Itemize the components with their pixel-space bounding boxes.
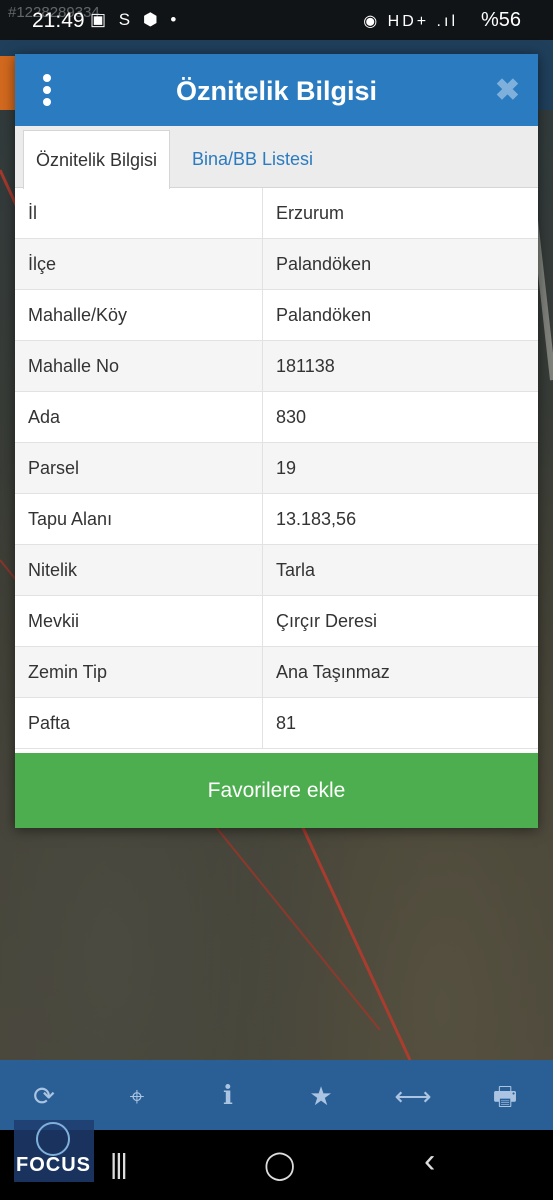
table-row: Zemin Tip Ana Taşınmaz <box>15 646 538 698</box>
tab-building-list[interactable]: Bina/BB Listesi <box>180 130 325 188</box>
dialog-title: Öznitelik Bilgisi <box>175 76 378 106</box>
row-value: Erzurum <box>262 188 538 239</box>
row-key: Ada <box>15 391 263 443</box>
recents-icon[interactable]: ||| <box>110 1148 128 1180</box>
refresh-icon[interactable]: ⟳ <box>24 1078 64 1114</box>
table-row: Tapu Alanı 13.183,56 <box>15 493 538 545</box>
dialog-header: Öznitelik Bilgisi ✖ <box>15 54 538 126</box>
row-value: 19 <box>262 442 538 494</box>
table-row: İlçe Palandöken <box>15 238 538 290</box>
table-row: Nitelik Tarla <box>15 544 538 596</box>
row-value: Ana Taşınmaz <box>262 646 538 698</box>
star-icon[interactable]: ★ <box>301 1078 341 1114</box>
row-value: Palandöken <box>262 289 538 341</box>
table-row: Mahalle/Köy Palandöken <box>15 289 538 341</box>
row-key: Zemin Tip <box>15 646 263 698</box>
close-icon[interactable]: ✖ <box>495 76 520 106</box>
logo-circle-icon <box>36 1122 70 1156</box>
back-icon[interactable]: ‹ <box>424 1142 435 1181</box>
info-icon[interactable]: i <box>208 1078 248 1114</box>
row-value: Çırçır Deresi <box>262 595 538 647</box>
signal-icons: ◉ HD+ .ıl <box>363 13 458 30</box>
add-to-favorites-button[interactable]: Favorilere ekle <box>15 753 538 828</box>
print-icon[interactable]: 🖶 <box>485 1078 525 1114</box>
row-key: Mevkii <box>15 595 263 647</box>
row-key: Mahalle/Köy <box>15 289 263 341</box>
row-key: Tapu Alanı <box>15 493 263 545</box>
tab-attribute-info[interactable]: Öznitelik Bilgisi <box>23 130 171 189</box>
row-key: Nitelik <box>15 544 263 596</box>
table-row: Parsel 19 <box>15 442 538 494</box>
measure-icon[interactable]: ⟷ <box>393 1078 433 1114</box>
row-value: 81 <box>262 697 538 749</box>
table-row: Mahalle No 181138 <box>15 340 538 392</box>
row-key: İl <box>15 188 263 239</box>
logo-text: FOCUS <box>16 1154 91 1176</box>
row-key: İlçe <box>15 238 263 290</box>
row-value: Palandöken <box>262 238 538 290</box>
row-value: Tarla <box>262 544 538 596</box>
battery-level: %56 <box>480 9 521 31</box>
row-value: 13.183,56 <box>262 493 538 545</box>
focus-watermark-logo: FOCUS <box>14 1120 94 1182</box>
status-bar: #1228289334 21:49 ▣ S ⬢ • ◉ HD+ .ıl %56 <box>0 0 553 40</box>
locate-icon[interactable]: ⌖ <box>117 1078 157 1114</box>
home-icon[interactable]: ◯ <box>264 1148 295 1181</box>
row-key: Pafta <box>15 697 263 749</box>
table-row: İl Erzurum <box>15 188 538 239</box>
table-row: Mevkii Çırçır Deresi <box>15 595 538 647</box>
row-key: Mahalle No <box>15 340 263 392</box>
notification-icons: ▣ S ⬢ • <box>90 10 181 29</box>
attribute-dialog: Öznitelik Bilgisi ✖ Öznitelik Bilgisi Bi… <box>15 54 538 828</box>
row-value: 181138 <box>262 340 538 392</box>
status-time: 21:49 <box>32 9 85 32</box>
row-key: Parsel <box>15 442 263 494</box>
row-value: 830 <box>262 391 538 443</box>
dialog-tabs: Öznitelik Bilgisi Bina/BB Listesi <box>15 126 538 189</box>
table-row: Ada 830 <box>15 391 538 443</box>
attribute-table: İl Erzurum İlçe Palandöken Mahalle/Köy Pala… <box>15 188 538 749</box>
table-row: Pafta 81 <box>15 697 538 749</box>
